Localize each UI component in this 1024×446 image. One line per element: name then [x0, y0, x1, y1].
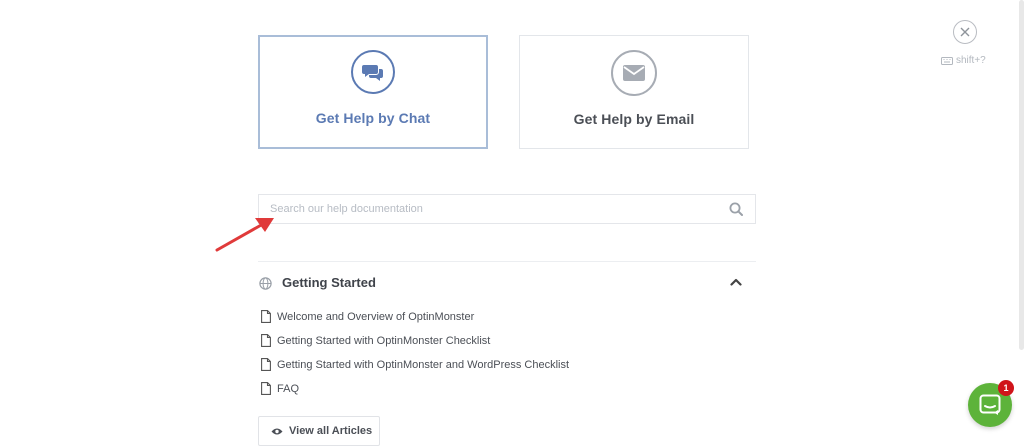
keyboard-shortcut-hint: shift+?: [941, 55, 986, 66]
getting-started-header[interactable]: Getting Started: [258, 274, 756, 294]
help-by-email-card[interactable]: Get Help by Email: [519, 35, 749, 149]
article-title: FAQ: [277, 382, 300, 395]
article-link[interactable]: FAQ: [261, 382, 299, 395]
article-title: Welcome and Overview of OptinMonster: [277, 310, 475, 323]
scrollbar[interactable]: [1019, 0, 1024, 350]
section-title: Getting Started: [282, 275, 376, 290]
document-icon: [261, 382, 271, 395]
globe-icon: [259, 277, 272, 290]
document-icon: [261, 310, 271, 323]
help-by-email-label: Get Help by Email: [573, 111, 695, 127]
keyboard-icon: [941, 56, 953, 65]
search-input[interactable]: [259, 195, 710, 223]
article-title: Getting Started with OptinMonster and Wo…: [277, 358, 570, 371]
article-link[interactable]: Welcome and Overview of OptinMonster: [261, 310, 474, 323]
help-by-chat-card[interactable]: Get Help by Chat: [258, 35, 488, 149]
article-title: Getting Started with OptinMonster Checkl…: [277, 334, 491, 347]
view-all-label: View all Articles: [289, 425, 373, 437]
help-by-chat-label: Get Help by Chat: [315, 110, 431, 126]
document-icon: [261, 334, 271, 347]
close-icon: [960, 27, 970, 37]
document-icon: [261, 358, 271, 371]
envelope-icon: [611, 50, 657, 96]
view-all-articles-button[interactable]: View all Articles: [258, 416, 380, 446]
section-divider: [258, 261, 756, 262]
search-icon[interactable]: [729, 202, 743, 216]
chat-icon: [979, 394, 1001, 415]
annotation-arrow: [215, 218, 274, 252]
article-link[interactable]: Getting Started with OptinMonster Checkl…: [261, 334, 490, 347]
shortcut-text: shift+?: [956, 55, 986, 66]
chat-bubbles-icon: [351, 50, 395, 94]
chevron-up-icon[interactable]: [730, 278, 742, 286]
close-button[interactable]: [953, 20, 977, 44]
notification-badge: 1: [998, 380, 1014, 396]
article-link[interactable]: Getting Started with OptinMonster and Wo…: [261, 358, 569, 371]
search-box: [258, 194, 756, 224]
